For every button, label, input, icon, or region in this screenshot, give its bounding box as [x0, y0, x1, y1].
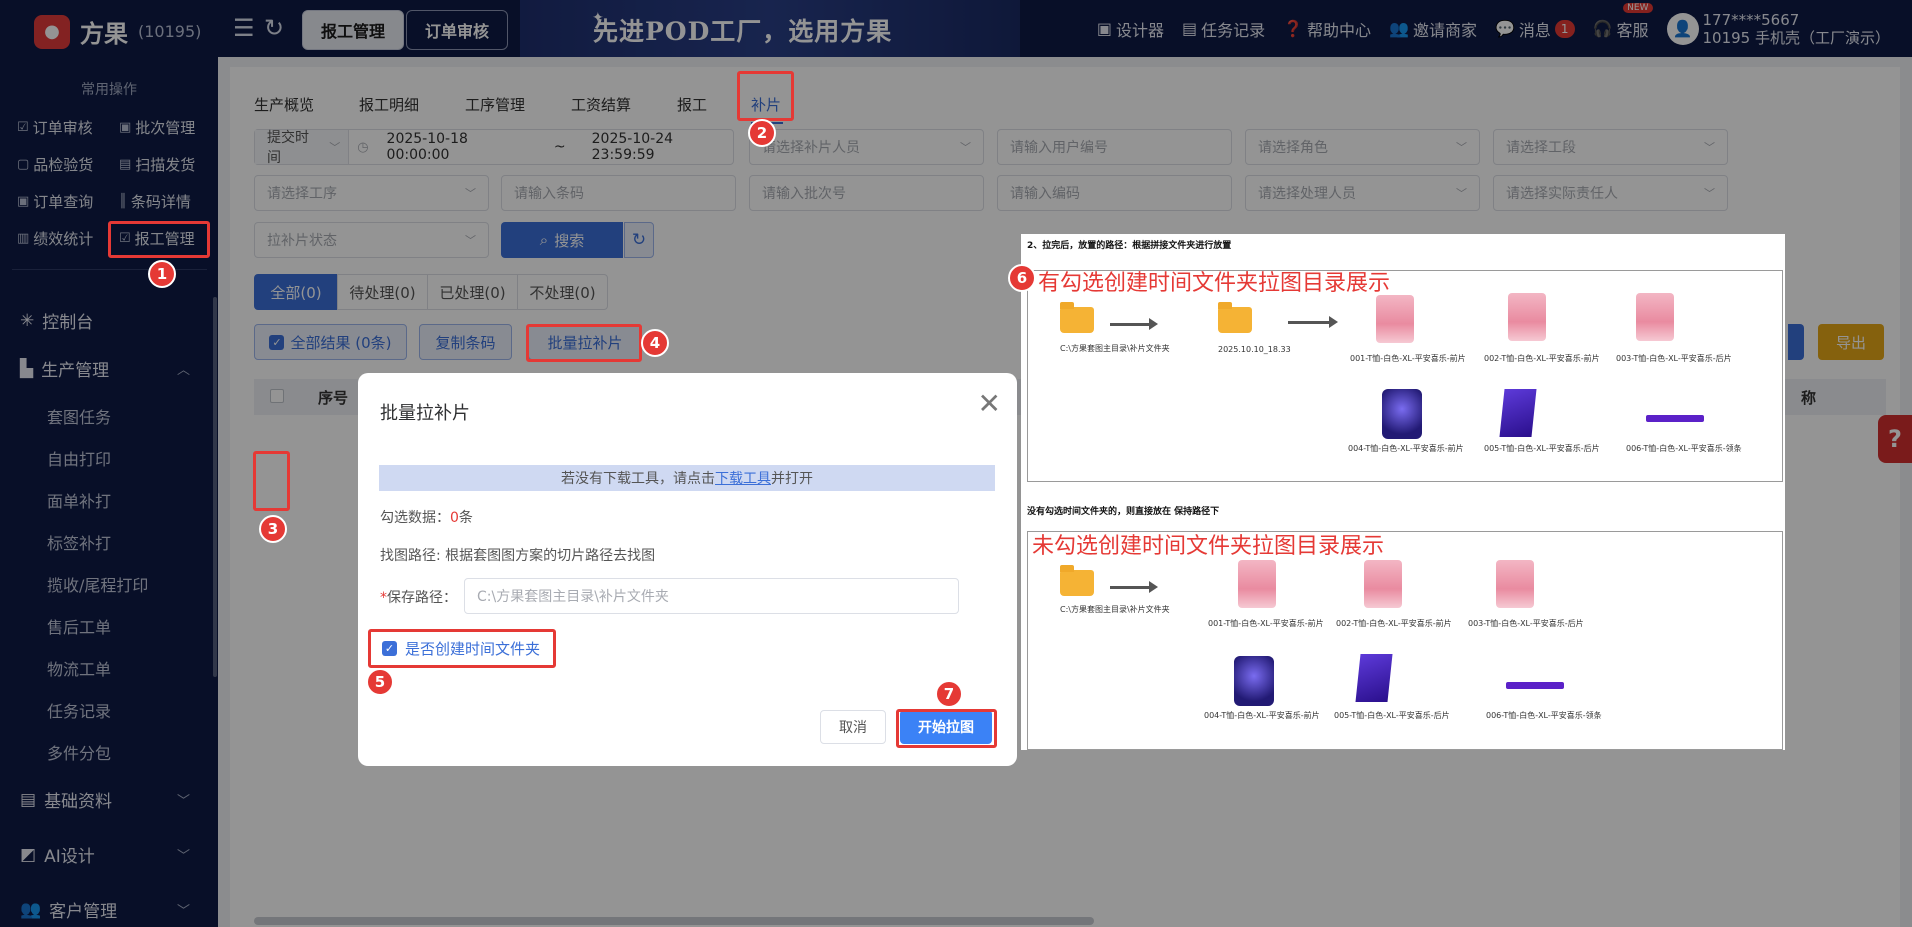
- highlight-patch-tab: [737, 71, 794, 121]
- step-marker-3: 3: [259, 515, 287, 543]
- selected-count: 0: [450, 510, 459, 526]
- with-time-folder-caption: 有勾选创建时间文件夹拉图目录展示: [1038, 271, 1391, 296]
- highlight-row-checkbox: [253, 451, 290, 511]
- back-piece-thumbnail: [1355, 654, 1393, 702]
- dialog-title: 批量拉补片: [380, 403, 470, 424]
- illustration-heading-1: 2、拉完后，放置的路径：根据拼接文件夹进行放置: [1027, 241, 1232, 251]
- highlight-report-management: [108, 221, 210, 258]
- selected-count-row: 勾选数据：0条: [380, 510, 473, 526]
- front-piece-thumbnail: [1376, 295, 1414, 343]
- find-path-row: 找图路径: 根据套图图方案的切片路径去找图: [380, 548, 656, 564]
- step-marker-1: 1: [148, 260, 176, 288]
- cancel-button[interactable]: 取消: [820, 710, 886, 744]
- folder-icon: [1060, 565, 1094, 596]
- front-piece-thumbnail: [1364, 560, 1402, 608]
- highlight-start-pull-button: [896, 709, 997, 748]
- arrow-right-icon: [1110, 318, 1158, 330]
- directory-illustration: 2、拉完后，放置的路径：根据拼接文件夹进行放置 有勾选创建时间文件夹拉图目录展示…: [1021, 234, 1785, 750]
- step-marker-6: 6: [1008, 264, 1036, 292]
- save-path-input[interactable]: C:\方果套图主目录\补片文件夹: [464, 578, 959, 614]
- collar-strip-thumbnail: [1646, 415, 1704, 422]
- download-tool-link[interactable]: 下载工具: [715, 468, 771, 488]
- front-piece-thumbnail: [1508, 293, 1546, 341]
- step-marker-7: 7: [935, 680, 963, 708]
- arrow-right-icon: [1288, 316, 1338, 328]
- step-marker-5: 5: [366, 668, 394, 696]
- front-piece-thumbnail: [1234, 656, 1274, 706]
- highlight-create-folder-checkbox: [368, 629, 556, 668]
- collar-strip-thumbnail: [1506, 682, 1564, 689]
- with-time-folder-box: 有勾选创建时间文件夹拉图目录展示 C:\方果套图主目录\补片文件夹 2025.1…: [1027, 270, 1783, 482]
- front-piece-thumbnail: [1238, 560, 1276, 608]
- without-time-folder-caption: 未勾选创建时间文件夹拉图目录展示: [1032, 534, 1385, 559]
- save-path-label: *保存路径：: [380, 590, 457, 606]
- step-marker-2: 2: [748, 119, 776, 147]
- close-icon[interactable]: ✕: [978, 387, 1001, 420]
- front-piece-thumbnail: [1382, 389, 1422, 439]
- folder-icon: [1218, 302, 1252, 333]
- highlight-batch-pull-button: [526, 324, 642, 362]
- batch-pull-dialog: 批量拉补片 ✕ 若没有下载工具，请点击 下载工具 并打开 勾选数据：0条 找图路径:…: [358, 373, 1017, 766]
- back-piece-thumbnail: [1496, 560, 1534, 608]
- without-time-folder-box: 未勾选创建时间文件夹拉图目录展示 C:\方果套图主目录\补片文件夹 001-T恤…: [1027, 531, 1783, 750]
- step-marker-4: 4: [641, 329, 669, 357]
- illustration-heading-2: 没有勾选时间文件夹的，则直接放在 保持路径下: [1027, 507, 1220, 517]
- download-notice: 若没有下载工具，请点击 下载工具 并打开: [379, 465, 995, 491]
- back-piece-thumbnail: [1636, 293, 1674, 341]
- back-piece-thumbnail: [1499, 389, 1537, 437]
- folder-icon: [1060, 302, 1094, 333]
- arrow-right-icon: [1110, 581, 1158, 593]
